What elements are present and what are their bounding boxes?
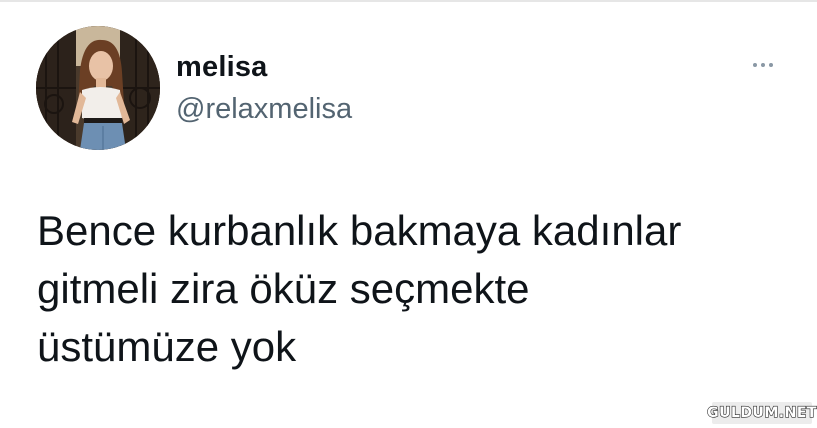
more-options-button[interactable] (744, 52, 782, 78)
profile-photo-icon (36, 26, 160, 150)
ellipsis-icon (753, 63, 757, 67)
watermark-logo: GULDUM.NET (706, 402, 817, 424)
tweet-text-line: üstümüze yok (37, 323, 297, 370)
top-divider (0, 0, 817, 2)
author-handle[interactable]: @relaxmelisa (176, 93, 352, 126)
tweet-text-line: Bence kurbanlık bakmaya kadınlar (37, 207, 682, 254)
tweet-text-line: gitmeli zira öküz seçmekte (37, 265, 530, 312)
author-display-name[interactable]: melisa (176, 51, 268, 84)
ellipsis-icon (769, 63, 773, 67)
ellipsis-icon (761, 63, 765, 67)
tweet-text: Bence kurbanlık bakmaya kadınlar gitmeli… (37, 202, 797, 376)
avatar[interactable] (36, 26, 160, 150)
